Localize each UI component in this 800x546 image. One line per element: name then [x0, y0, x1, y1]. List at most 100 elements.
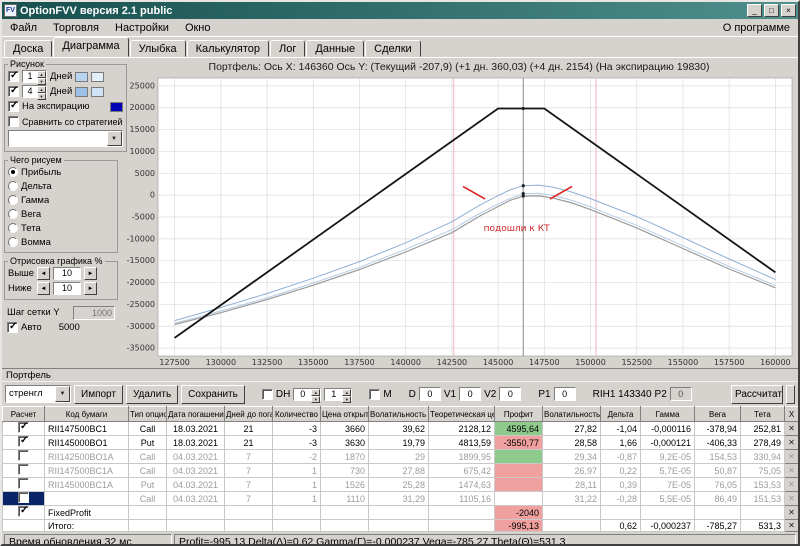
calc-cell[interactable] [2, 463, 45, 478]
day1-color-swatch-1[interactable] [75, 71, 89, 82]
auto-grid-checkbox[interactable] [7, 321, 18, 333]
calc-cell[interactable] [2, 421, 45, 436]
below-value[interactable]: 10 [53, 282, 81, 295]
day1-color-swatch-2[interactable] [91, 71, 105, 82]
spin-down-icon[interactable]: ▼ [37, 93, 46, 100]
panel-toggle-button[interactable] [786, 384, 795, 404]
delete-row-button[interactable]: ✕ [784, 421, 798, 436]
tab-item[interactable]: Данные [306, 40, 365, 57]
radio-icon[interactable] [8, 223, 18, 233]
column-header[interactable]: Тип опциона [128, 406, 167, 422]
radio-icon[interactable] [8, 237, 18, 247]
radio-icon[interactable] [8, 167, 18, 177]
draw-option[interactable]: Вомма [8, 235, 114, 249]
draw-option[interactable]: Прибыль [8, 165, 114, 179]
v1-field[interactable]: 0 [459, 387, 482, 401]
day2-count-spinner[interactable]: 4 ▲ ▼ [22, 85, 47, 100]
table-row[interactable]: Итого: -995,13 0,62 -0,000237 -785,27 531,3 ✕ [2, 519, 798, 532]
strategy-dropdown[interactable]: стренгл ▼ [5, 385, 71, 403]
minimize-button[interactable]: _ [747, 4, 762, 17]
draw-option[interactable]: Дельта [8, 179, 114, 193]
column-header[interactable]: Волатильность [542, 406, 601, 422]
spin-down-icon[interactable]: ▼ [311, 395, 321, 403]
above-value[interactable]: 10 [53, 267, 81, 280]
calc-cell[interactable] [2, 505, 45, 520]
menu-about[interactable]: О программе [715, 22, 798, 34]
delete-row-button[interactable]: ✕ [784, 519, 798, 532]
spin-up-icon[interactable]: ▲ [342, 388, 352, 396]
dh-checkbox[interactable] [261, 388, 273, 400]
m-checkbox[interactable] [369, 388, 381, 400]
row-calc-checkbox[interactable] [18, 450, 29, 461]
radio-icon[interactable] [8, 209, 18, 219]
v2-field[interactable]: 0 [499, 387, 522, 401]
above-increase-icon[interactable]: ► [84, 267, 97, 280]
tab-item[interactable]: Калькулятор [186, 40, 270, 57]
dh-spinner-1[interactable]: 0 ▲ ▼ [293, 387, 322, 403]
day1-checkbox[interactable] [8, 70, 19, 82]
table-row[interactable]: RII145000BO1Put18.03.202121-3363019,7948… [2, 435, 798, 450]
radio-icon[interactable] [8, 195, 18, 205]
grid-step-input[interactable]: 1000 [73, 305, 115, 320]
tab-item[interactable]: Лог [270, 40, 306, 57]
radio-icon[interactable] [8, 181, 18, 191]
column-header[interactable]: Дельта [600, 406, 641, 422]
compare-checkbox[interactable] [8, 116, 19, 127]
table-row[interactable]: FixedProfit -2040 ✕ [2, 505, 798, 520]
day1-count-spinner[interactable]: 1 ▲ ▼ [22, 70, 47, 85]
maximize-button[interactable]: □ [764, 4, 779, 17]
column-header[interactable]: Гамма [640, 406, 695, 422]
calc-cell[interactable] [2, 519, 45, 532]
row-calc-checkbox[interactable] [18, 506, 29, 517]
delete-row-button[interactable]: ✕ [784, 449, 798, 464]
row-calc-checkbox[interactable] [18, 464, 29, 475]
column-header[interactable]: Цена открытия [320, 406, 369, 422]
menu-item[interactable]: Окно [177, 21, 219, 35]
delete-row-button[interactable]: ✕ [784, 463, 798, 478]
menu-item[interactable]: Торговля [45, 21, 107, 35]
draw-option[interactable]: Вега [8, 207, 114, 221]
delete-row-button[interactable]: ✕ [784, 477, 798, 492]
import-button[interactable]: Импорт [74, 384, 123, 404]
column-header[interactable]: Количество [272, 406, 321, 422]
draw-option[interactable]: Гамма [8, 193, 114, 207]
p1-field[interactable]: 0 [553, 387, 576, 401]
table-row[interactable]: RII147500BC1A Call 04.03.2021 7 1 730 27,88 675… [2, 463, 798, 478]
row-calc-checkbox[interactable] [18, 478, 29, 489]
row-calc-checkbox[interactable] [18, 436, 29, 447]
tab-item[interactable]: Диаграмма [53, 37, 129, 57]
column-header[interactable]: Профит [494, 406, 543, 422]
column-header[interactable]: Теоретическая цена [428, 406, 495, 422]
day2-color-swatch-2[interactable] [91, 86, 105, 97]
day2-color-swatch-1[interactable] [75, 86, 89, 97]
calc-cell[interactable] [2, 449, 45, 464]
day2-checkbox[interactable] [8, 85, 19, 97]
row-calc-checkbox[interactable] [18, 422, 29, 433]
table-row[interactable]: RII147500BC1Call18.03.202121-3366039,622… [2, 421, 798, 436]
dh-spinner-2[interactable]: 1 ▲ ▼ [324, 387, 353, 403]
calc-cell[interactable] [2, 491, 45, 506]
below-increase-icon[interactable]: ► [84, 282, 97, 295]
delete-row-button[interactable]: ✕ [784, 491, 798, 506]
tab-item[interactable]: Улыбка [129, 40, 186, 57]
calculate-button[interactable]: Рассчитать [731, 384, 783, 404]
menu-item[interactable]: Файл [2, 21, 45, 35]
draw-option[interactable]: Тета [8, 221, 114, 235]
table-row[interactable]: RII142500BO1A Call 04.03.2021 7 -2 1870 29 1899… [2, 449, 798, 464]
calc-cell[interactable] [2, 435, 45, 450]
column-header[interactable]: X [784, 406, 798, 422]
column-header[interactable]: Расчет [2, 406, 45, 422]
calc-cell[interactable] [2, 477, 45, 492]
delete-row-button[interactable]: ✕ [784, 505, 798, 520]
column-header[interactable]: Дней до погашения [224, 406, 273, 422]
menu-item[interactable]: Настройки [107, 21, 177, 35]
table-row[interactable]: RII145000BC1A Put 04.03.2021 7 1 1526 25,28 147… [2, 477, 798, 492]
spin-down-icon[interactable]: ▼ [37, 78, 46, 85]
delete-row-button[interactable]: ✕ [784, 435, 798, 450]
row-calc-checkbox[interactable] [18, 492, 29, 503]
compare-strategy-dropdown[interactable]: ▼ [8, 130, 123, 147]
above-decrease-icon[interactable]: ◄ [37, 267, 50, 280]
dropdown-arrow-icon[interactable]: ▼ [55, 386, 70, 402]
d-field[interactable]: 0 [418, 387, 441, 401]
column-header[interactable]: Тета [740, 406, 785, 422]
